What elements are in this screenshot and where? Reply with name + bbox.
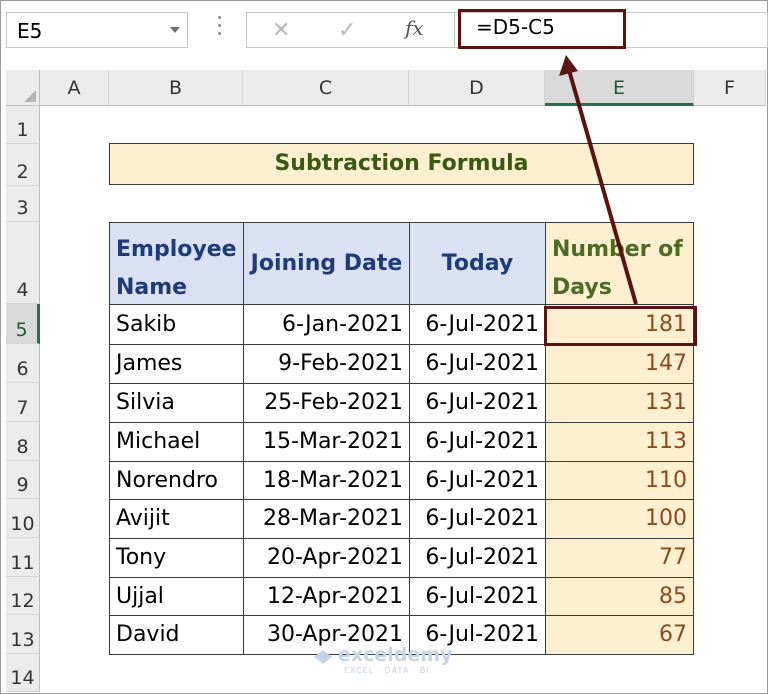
- callout-arrow: [559, 55, 638, 305]
- watermark-tagline: EXCEL · DATA · BI: [344, 666, 430, 675]
- exceldemy-logo-icon: [314, 650, 332, 664]
- watermark-brand: exceldemy: [338, 644, 453, 666]
